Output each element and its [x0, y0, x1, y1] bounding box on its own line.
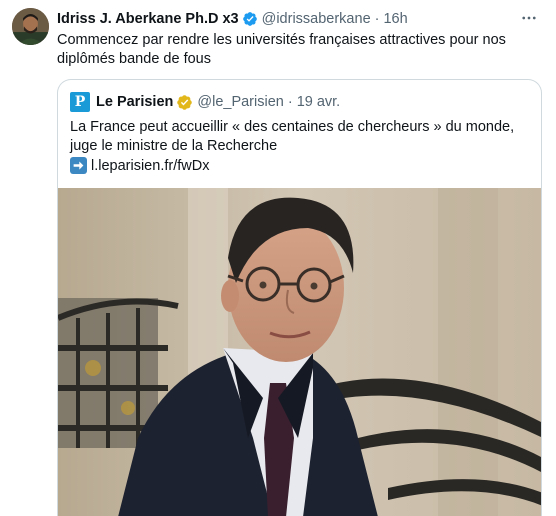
- gold-verified-badge-icon: [176, 94, 193, 111]
- quoted-tweet-timestamp[interactable]: 19 avr.: [297, 94, 341, 110]
- article-photo[interactable]: [58, 188, 541, 516]
- tweet[interactable]: Idriss J. Aberkane Ph.D x3 @idrissaberka…: [0, 0, 556, 516]
- separator-dot: ·: [374, 11, 380, 27]
- author-handle[interactable]: @idrissaberkane: [262, 11, 371, 27]
- verified-badge-icon: [242, 11, 258, 27]
- quoted-tweet-text: La France peut accueillir « des centaine…: [70, 119, 515, 154]
- quoted-tweet-card[interactable]: P Le Parisien @le_Parisien · 19 avr. La …: [57, 79, 542, 516]
- quoted-link-row: l.leparisien.fr/fwDx: [70, 156, 209, 175]
- author-name[interactable]: Idriss J. Aberkane Ph.D x3: [57, 11, 239, 27]
- article-link[interactable]: l.leparisien.fr/fwDx: [91, 158, 209, 174]
- separator-dot: ·: [287, 94, 293, 110]
- tweet-header: Idriss J. Aberkane Ph.D x3 @idrissaberka…: [57, 9, 408, 29]
- logo-letter: P: [74, 94, 86, 110]
- quoted-author-name[interactable]: Le Parisien: [96, 94, 173, 110]
- tweet-text: Commencez par rendre les universités fra…: [57, 32, 506, 67]
- quoted-tweet-header: P Le Parisien @le_Parisien · 19 avr.: [70, 92, 340, 112]
- more-options-button[interactable]: [518, 8, 540, 28]
- quoted-author-handle[interactable]: @le_Parisien: [197, 94, 283, 110]
- le-parisien-logo[interactable]: P: [70, 92, 90, 112]
- tweet-timestamp[interactable]: 16h: [383, 11, 407, 27]
- right-arrow-emoji-icon: [70, 157, 87, 174]
- author-avatar[interactable]: [12, 8, 49, 45]
- more-horizontal-icon: [522, 16, 536, 20]
